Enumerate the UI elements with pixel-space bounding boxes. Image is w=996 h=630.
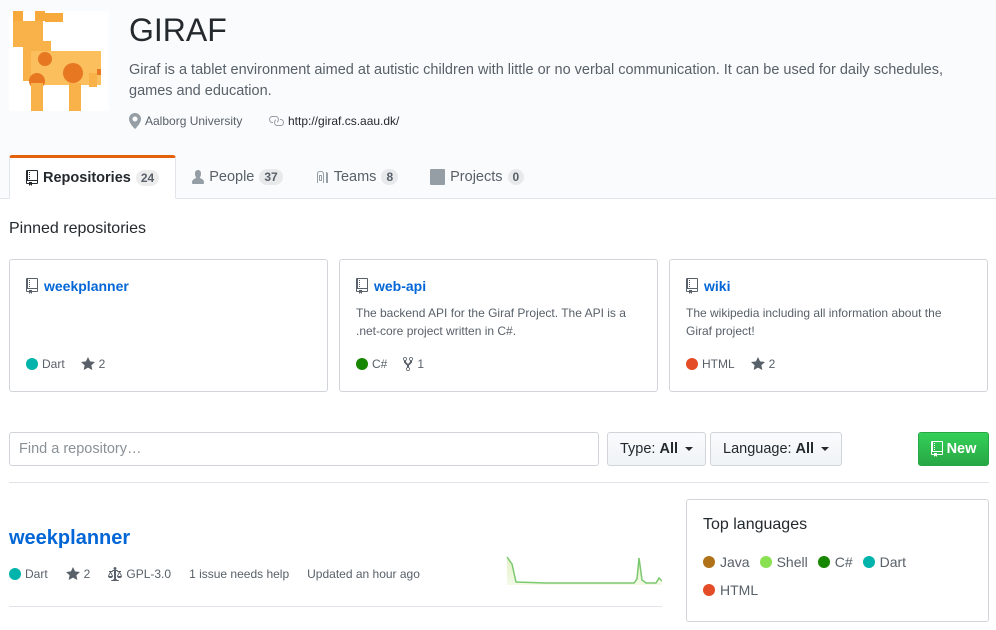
tab-projects-count: 0: [507, 169, 525, 185]
language-color-dot: [703, 556, 715, 568]
divider: [9, 606, 662, 607]
pinned-title: Pinned repositories: [9, 220, 146, 237]
org-location: Aalborg University: [129, 113, 242, 129]
language-name: Dart: [879, 554, 907, 570]
language-color-dot: [686, 358, 698, 370]
repo-stars-count: 2: [83, 567, 91, 581]
pinned-repo-stars[interactable]: 2: [769, 357, 776, 371]
pinned-repo-forks[interactable]: 1: [417, 357, 424, 371]
language-name: HTML: [720, 582, 759, 598]
tab-teams[interactable]: Teams 8: [299, 155, 414, 199]
caret-down-icon: [821, 447, 830, 451]
repo-list-meta: Dart 2 GPL-3.0 1 issue needs help Update…: [9, 566, 438, 582]
language-filter-csharp[interactable]: C#: [817, 554, 853, 570]
tab-people[interactable]: People 37: [176, 155, 299, 199]
language-filter-shell[interactable]: Shell: [759, 554, 808, 570]
star-icon[interactable]: [750, 356, 765, 372]
language-color-dot: [356, 358, 368, 370]
language-filter-java[interactable]: Java: [703, 554, 750, 570]
language-color-dot: [817, 556, 830, 568]
repo-language: Dart: [25, 567, 48, 581]
location-text: Aalborg University: [145, 114, 243, 128]
jersey-icon: [316, 171, 328, 183]
project-icon: [430, 169, 446, 185]
repo-icon: [26, 170, 38, 186]
divider: [9, 482, 989, 483]
language-name: C#: [834, 554, 853, 570]
language-name: Shell: [776, 554, 808, 570]
language-name: Java: [720, 554, 750, 570]
language-filter-dropdown[interactable]: Language: All: [710, 432, 843, 466]
pinned-repo-description: The backend API for the Giraf Project. T…: [356, 306, 626, 338]
repo-license: GPL-3.0: [108, 566, 171, 582]
language-filter-dart[interactable]: Dart: [862, 554, 907, 570]
type-filter-dropdown[interactable]: Type: All: [607, 432, 706, 466]
repo-search-input[interactable]: [9, 432, 599, 466]
tab-teams-count: 8: [381, 169, 399, 185]
top-languages-box: Top languages Java Shell C# Dart HTML: [686, 499, 989, 622]
location-icon: [129, 113, 141, 129]
tab-people-label: People: [209, 169, 255, 185]
tab-people-count: 37: [259, 169, 283, 185]
pinned-repo-card: web-api The backend API for the Giraf Pr…: [339, 259, 658, 392]
repo-license-text: GPL-3.0: [126, 567, 172, 581]
org-avatar[interactable]: [9, 11, 109, 111]
language-filter-value: All: [795, 441, 815, 457]
repo-issues-link[interactable]: 1 issue needs help: [189, 567, 289, 581]
tab-projects-label: Projects: [450, 169, 503, 185]
org-tabs: Repositories 24 People 37 Teams 8 Projec…: [9, 155, 540, 199]
repo-icon: [356, 278, 368, 294]
pinned-repo-language: C#: [372, 357, 388, 371]
type-filter-value: All: [659, 441, 678, 457]
language-color-dot: [703, 584, 715, 596]
repo-icon: [26, 278, 38, 294]
repo-icon: [686, 278, 698, 294]
law-icon: [108, 567, 123, 581]
person-icon: [192, 170, 205, 184]
pinned-repo-language: Dart: [42, 357, 65, 371]
pinned-repo-stars[interactable]: 2: [99, 357, 106, 371]
link-icon: [269, 116, 284, 126]
tab-repositories-count: 24: [135, 170, 160, 186]
repo-list-name[interactable]: weekplanner: [9, 527, 130, 550]
repo-icon: [930, 441, 943, 457]
org-url-link[interactable]: http://giraf.cs.aau.dk/: [288, 114, 399, 128]
giraffe-logo-icon: [13, 11, 101, 111]
top-languages-title: Top languages: [703, 516, 808, 533]
fork-icon[interactable]: [403, 356, 414, 372]
pinned-repo-name[interactable]: weekplanner: [44, 278, 129, 294]
language-filter-html[interactable]: HTML: [703, 582, 758, 598]
language-color-dot: [759, 556, 772, 568]
type-filter-label: Type:: [620, 441, 656, 457]
pinned-repo-card: weekplanner Dart 2: [9, 259, 328, 392]
pinned-repo-description: The wikipedia including all information …: [686, 306, 942, 338]
org-description: Giraf is a tablet environment aimed at a…: [129, 62, 944, 99]
pinned-repo-name[interactable]: web-api: [374, 278, 426, 294]
activity-sparkline: [506, 556, 662, 585]
repo-issues-text: 1 issue needs help: [189, 567, 290, 581]
org-url[interactable]: http://giraf.cs.aau.dk/: [268, 113, 399, 129]
tab-repositories-label: Repositories: [43, 170, 131, 186]
org-name: GIRAF: [129, 12, 227, 48]
org-header: GIRAF Giraf is a tablet environment aime…: [0, 0, 996, 199]
pinned-repo-card: wiki The wikipedia including all informa…: [669, 259, 988, 392]
pinned-repo-name[interactable]: wiki: [704, 278, 730, 294]
pinned-repo-language: HTML: [702, 357, 735, 371]
new-repo-button[interactable]: New: [918, 432, 989, 466]
language-color-dot: [862, 556, 875, 568]
language-color-dot: [9, 568, 21, 580]
star-icon[interactable]: [80, 356, 95, 372]
star-icon: [65, 567, 80, 580]
tab-projects[interactable]: Projects 0: [414, 155, 540, 199]
language-filter-label: Language:: [723, 441, 792, 457]
tab-repositories[interactable]: Repositories 24: [9, 155, 177, 199]
language-color-dot: [26, 358, 38, 370]
tab-teams-label: Teams: [333, 169, 377, 185]
repo-updated: Updated an hour ago: [307, 567, 420, 581]
new-repo-label: New: [946, 441, 977, 457]
repo-stars[interactable]: 2: [65, 566, 91, 582]
caret-down-icon: [685, 447, 693, 451]
